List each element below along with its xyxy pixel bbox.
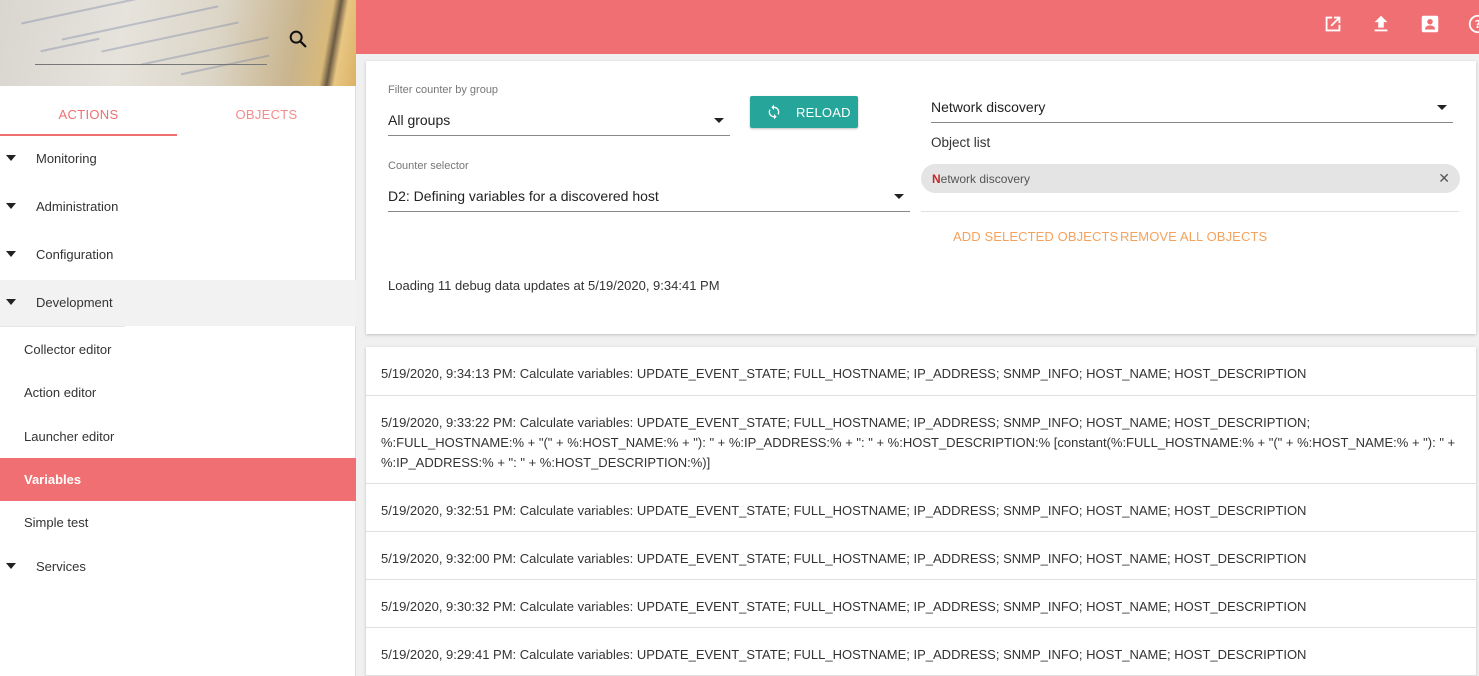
- group-select-value: All groups: [388, 112, 451, 128]
- caret-down-icon: [6, 563, 16, 569]
- add-selected-objects-button[interactable]: ADD SELECTED OBJECTS: [953, 229, 1118, 244]
- sidebar-group-administration[interactable]: Administration: [0, 184, 356, 230]
- sidebar-header-image: [0, 0, 356, 86]
- sidebar-item-launcher-editor[interactable]: Launcher editor: [0, 415, 356, 458]
- sidebar-group-label: Services: [36, 559, 86, 574]
- log-row: 5/19/2020, 9:32:00 PM: Calculate variabl…: [366, 532, 1476, 580]
- upload-icon[interactable]: [1370, 13, 1392, 35]
- search-icon[interactable]: [287, 28, 309, 50]
- caret-down-icon: [6, 251, 16, 257]
- filter-group-label: Filter counter by group: [388, 84, 499, 96]
- group-select[interactable]: All groups: [388, 106, 730, 136]
- debug-log-list: 5/19/2020, 9:34:13 PM: Calculate variabl…: [366, 347, 1476, 676]
- object-select[interactable]: Network discovery: [931, 93, 1453, 123]
- log-row-text: 5/19/2020, 9:30:32 PM: Calculate variabl…: [381, 599, 1307, 614]
- close-icon[interactable]: ✕: [1438, 170, 1450, 187]
- refresh-icon: [768, 104, 780, 120]
- sidebar-item-variables[interactable]: Variables: [0, 458, 356, 501]
- sidebar-tabs: ACTIONS OBJECTS: [0, 96, 356, 136]
- counter-select-value: D2: Defining variables for a discovered …: [388, 188, 659, 204]
- sidebar-item-simple-test[interactable]: Simple test: [0, 501, 356, 544]
- log-row-text: 5/19/2020, 9:32:00 PM: Calculate variabl…: [381, 551, 1307, 566]
- log-row-text: 5/19/2020, 9:33:22 PM: Calculate variabl…: [381, 415, 1456, 470]
- log-row-text: 5/19/2020, 9:32:51 PM: Calculate variabl…: [381, 503, 1307, 518]
- sidebar-item-label: Launcher editor: [24, 429, 115, 444]
- caret-down-icon: [6, 155, 16, 161]
- sidebar-group-configuration[interactable]: Configuration: [0, 232, 356, 278]
- sidebar-item-action-editor[interactable]: Action editor: [0, 371, 356, 414]
- tab-actions[interactable]: ACTIONS: [0, 96, 177, 136]
- log-row: 5/19/2020, 9:34:13 PM: Calculate variabl…: [366, 347, 1476, 396]
- sidebar: ACTIONS OBJECTS Monitoring Administratio…: [0, 0, 356, 676]
- divider: [0, 326, 125, 327]
- status-text: Loading 11 debug data updates at 5/19/20…: [388, 278, 720, 293]
- log-row: 5/19/2020, 9:33:22 PM: Calculate variabl…: [366, 396, 1476, 484]
- log-row: 5/19/2020, 9:30:32 PM: Calculate variabl…: [366, 580, 1476, 628]
- help-icon[interactable]: ?: [1467, 13, 1479, 35]
- counter-selector-label: Counter selector: [388, 160, 469, 172]
- object-select-value: Network discovery: [931, 99, 1046, 115]
- account-box-icon[interactable]: [1419, 13, 1441, 35]
- sidebar-item-label: Action editor: [24, 385, 97, 400]
- sidebar-item-collector-editor[interactable]: Collector editor: [0, 328, 356, 371]
- filter-card: Filter counter by group All groups RELOA…: [366, 61, 1476, 334]
- svg-text:?: ?: [1475, 18, 1479, 31]
- sidebar-group-label: Administration: [36, 199, 119, 214]
- caret-down-icon: [6, 299, 16, 305]
- sidebar-item-label: Simple test: [24, 515, 89, 530]
- sidebar-item-label: Variables: [24, 472, 82, 487]
- object-chip-label: Network discovery: [932, 172, 1031, 186]
- sidebar-group-monitoring[interactable]: Monitoring: [0, 136, 356, 182]
- dropdown-arrow-icon: [1437, 105, 1447, 110]
- tab-objects[interactable]: OBJECTS: [177, 96, 356, 136]
- object-chip: Network discovery ✕: [921, 164, 1460, 193]
- log-row: 5/19/2020, 9:29:41 PM: Calculate variabl…: [366, 628, 1476, 676]
- open-in-new-icon[interactable]: [1322, 13, 1344, 35]
- object-list-label: Object list: [931, 135, 991, 150]
- sidebar-group-label: Development: [36, 295, 113, 310]
- search-underline: [35, 64, 267, 65]
- counter-select[interactable]: D2: Defining variables for a discovered …: [388, 182, 910, 212]
- sidebar-group-label: Monitoring: [36, 151, 97, 166]
- sidebar-group-services[interactable]: Services: [0, 544, 356, 590]
- log-row: 5/19/2020, 9:32:51 PM: Calculate variabl…: [366, 484, 1476, 532]
- caret-down-icon: [6, 203, 16, 209]
- log-row-text: 5/19/2020, 9:29:41 PM: Calculate variabl…: [381, 647, 1307, 662]
- reload-label: RELOAD: [796, 105, 851, 120]
- reload-button[interactable]: RELOAD: [750, 96, 858, 128]
- remove-all-objects-button[interactable]: REMOVE ALL OBJECTS: [1120, 229, 1267, 244]
- dropdown-arrow-icon: [894, 194, 904, 199]
- sidebar-item-label: Collector editor: [24, 342, 112, 357]
- dropdown-arrow-icon: [714, 118, 724, 123]
- top-bar: ?: [356, 0, 1479, 54]
- log-row-text: 5/19/2020, 9:34:13 PM: Calculate variabl…: [381, 366, 1307, 381]
- sidebar-group-development[interactable]: Development: [0, 280, 356, 326]
- divider: [921, 211, 1459, 212]
- sidebar-group-label: Configuration: [36, 247, 114, 262]
